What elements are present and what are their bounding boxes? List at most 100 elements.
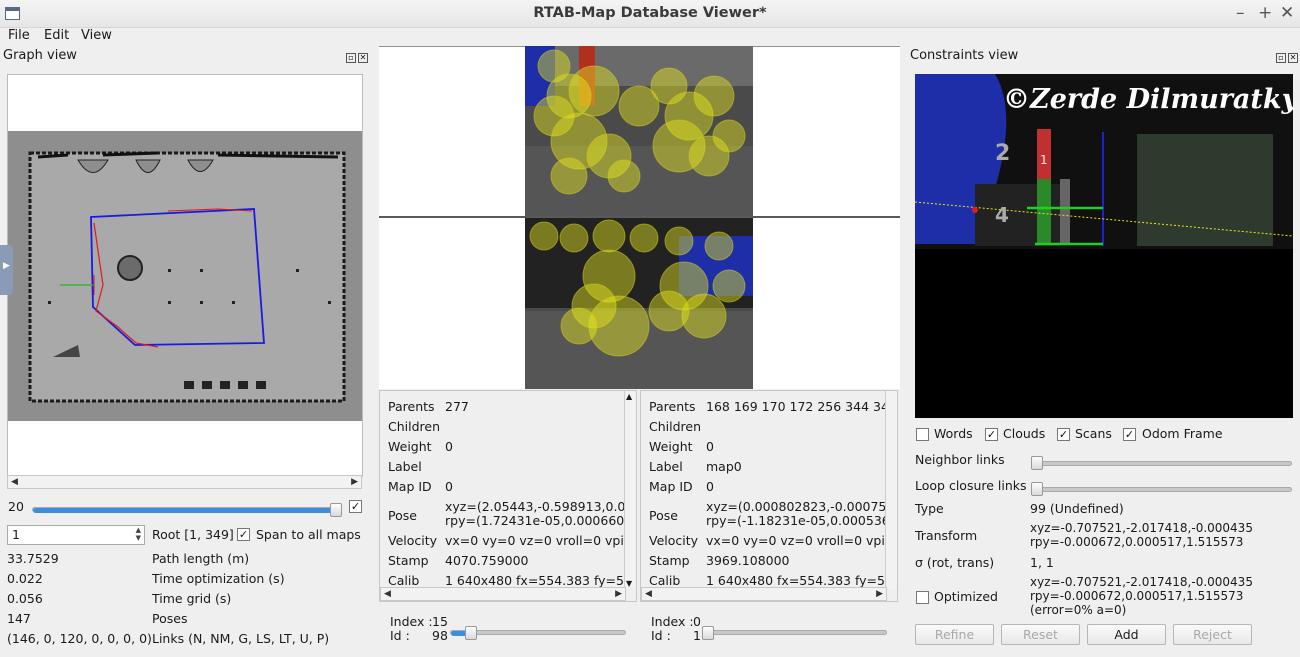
transform-rpy: rpy=-0.000672,0.000517,1.515573 — [1030, 535, 1244, 549]
info-value: 0 — [706, 479, 714, 494]
info-label: Pose — [388, 508, 417, 523]
side-panel-handle[interactable]: ▶ — [0, 245, 13, 295]
type-value: 99 (Undefined) — [1030, 501, 1124, 516]
refine-button[interactable]: Refine — [915, 624, 994, 645]
info-row: Parents 277 — [388, 399, 626, 419]
dock-close-icon[interactable]: ✕ — [1288, 52, 1298, 63]
menu-view[interactable]: View — [81, 28, 112, 43]
info-value: 0 — [445, 479, 453, 494]
clouds-checkbox[interactable]: ✓ — [985, 428, 998, 441]
stat-value: 0.022 — [7, 571, 43, 586]
graph-view-canvas[interactable] — [7, 74, 363, 477]
scroll-left-icon[interactable]: ◀ — [11, 476, 18, 488]
info-row: Pose xyz=(0.000802823,-0.000759 rpy=(-1.18… — [649, 499, 897, 533]
info-value: 0 — [445, 439, 453, 454]
right-index-value: 0 — [693, 614, 701, 629]
add-button[interactable]: Add — [1087, 624, 1166, 645]
stat-value: 33.7529 — [7, 551, 59, 566]
pose-rpy: rpy=(-1.18231e-05,0.0005361 — [706, 513, 898, 528]
loop-closure-handle[interactable] — [1031, 482, 1043, 496]
right-index-handle[interactable] — [702, 626, 714, 640]
window-title: RTAB-Map Database Viewer* — [533, 5, 767, 21]
optimized-xyz: xyz=-0.707521,-2.017418,-0.000435 — [1030, 575, 1253, 589]
info-value: xyz=(0.000802823,-0.000759 rpy=(-1.18231e… — [706, 499, 898, 528]
dock-close-icon[interactable]: ✕ — [358, 52, 368, 63]
right-index-slider[interactable] — [702, 630, 887, 635]
info-label: Pose — [649, 508, 678, 523]
scroll-down-icon[interactable]: ▼ — [626, 579, 632, 588]
scroll-right-icon[interactable]: ▶ — [351, 476, 358, 488]
graph-slider-checkbox[interactable]: ✓ — [349, 500, 362, 513]
feature-images — [379, 45, 900, 389]
optimized-rpy: rpy=-0.000672,0.000517,1.515573 — [1030, 589, 1244, 603]
optimized-error: (error=0% a=0) — [1030, 603, 1127, 617]
loop-closure-slider[interactable] — [1032, 487, 1292, 492]
menu-edit[interactable]: Edit — [44, 28, 69, 43]
transform-label: Transform — [915, 528, 978, 543]
pose-xyz: xyz=(0.000802823,-0.000759 — [706, 499, 895, 514]
info-row: Children — [388, 419, 626, 439]
reset-button[interactable]: Reset — [1001, 624, 1080, 645]
pose-xyz: xyz=(2.05443,-0.598913,0.09 — [445, 499, 634, 514]
menu-bar: File Edit View — [0, 28, 1300, 46]
scroll-up-icon[interactable]: ▲ — [626, 392, 632, 401]
right-index-label: Index : — [651, 614, 694, 629]
info-value: 1 640x480 fx=554.383 fy=55 — [445, 573, 632, 588]
info-row: Velocity vx=0 vy=0 vz=0 vroll=0 vpitc — [649, 533, 897, 553]
info-row: Children — [649, 419, 887, 439]
minimize-icon[interactable]: – — [1236, 3, 1245, 23]
spin-arrows-icon[interactable]: ▲ ▼ — [136, 526, 141, 542]
left-node-info: Parents 277 Children Weight 0 Label Map ID… — [379, 390, 637, 602]
right-info-vscroll[interactable] — [885, 391, 897, 589]
root-id-spinbox[interactable]: 1 ▲ ▼ — [7, 525, 145, 545]
neighbor-links-handle[interactable] — [1031, 456, 1043, 470]
neighbor-links-slider[interactable] — [1032, 461, 1292, 466]
graph-stats: 33.7529 Path length (m) 0.022 Time optim… — [7, 551, 367, 651]
graph-view-title: Graph view — [3, 48, 77, 63]
reject-button[interactable]: Reject — [1173, 624, 1252, 645]
left-info-hscroll[interactable]: ◀ ▶ — [380, 587, 626, 601]
float-icon[interactable]: ▫ — [1276, 52, 1286, 63]
constraints-3d-view[interactable]: 2 4 1 ©Zerde Dilmuratkyzy — [915, 74, 1293, 418]
stat-row: 0.022 Time optimization (s) — [7, 571, 367, 591]
maximize-icon[interactable]: + — [1258, 3, 1272, 23]
scroll-right-icon[interactable]: ▶ — [876, 588, 883, 600]
span-all-maps-checkbox[interactable]: ✓ — [237, 528, 250, 541]
info-label: Weight — [649, 439, 693, 454]
scene-number-2: 2 — [995, 141, 1010, 166]
info-value: 4070.759000 — [445, 553, 529, 568]
graph-iterations-slider[interactable] — [32, 507, 342, 513]
scroll-left-icon[interactable]: ◀ — [645, 588, 652, 600]
left-info-vscroll[interactable]: ▲ ▼ — [624, 391, 636, 589]
graph-slider-handle[interactable] — [330, 503, 342, 517]
info-label: Label — [388, 459, 422, 474]
graph-horizontal-scrollbar[interactable]: ◀ ▶ — [7, 475, 362, 489]
info-label: Stamp — [649, 553, 690, 568]
scans-checkbox[interactable]: ✓ — [1057, 428, 1070, 441]
neighbor-links-label: Neighbor links — [915, 452, 1005, 467]
right-id-label: Id : — [651, 628, 671, 643]
float-icon[interactable]: ▫ — [346, 52, 356, 63]
words-label: Words — [934, 426, 973, 441]
stat-value: (146, 0, 120, 0, 0, 0, 0) — [7, 631, 152, 646]
info-label: Stamp — [388, 553, 429, 568]
info-value: vx=0 vy=0 vz=0 vroll=0 vpitc — [706, 533, 897, 548]
info-row: Pose xyz=(2.05443,-0.598913,0.09 rpy=(1.72… — [388, 499, 633, 533]
stat-value: 0.056 — [7, 591, 43, 606]
odom-frame-label: Odom Frame — [1142, 426, 1223, 441]
words-checkbox[interactable] — [916, 428, 929, 441]
left-index-handle[interactable] — [465, 626, 477, 640]
right-info-hscroll[interactable]: ◀ ▶ — [641, 587, 887, 601]
info-row: Velocity vx=0 vy=0 vz=0 vroll=0 vpitc — [388, 533, 636, 553]
scroll-left-icon[interactable]: ◀ — [384, 588, 391, 600]
clouds-label: Clouds — [1003, 426, 1046, 441]
info-value: vx=0 vy=0 vz=0 vroll=0 vpitc — [445, 533, 636, 548]
scroll-right-icon[interactable]: ▶ — [615, 588, 622, 600]
left-id-value: 98 — [432, 628, 448, 643]
close-icon[interactable]: ✕ — [1280, 3, 1294, 23]
odom-frame-checkbox[interactable]: ✓ — [1123, 428, 1136, 441]
constraints-view-title: Constraints view — [910, 48, 1019, 63]
optimized-checkbox[interactable] — [916, 591, 929, 604]
menu-file[interactable]: File — [8, 28, 30, 43]
left-index-label: Index : — [390, 614, 433, 629]
